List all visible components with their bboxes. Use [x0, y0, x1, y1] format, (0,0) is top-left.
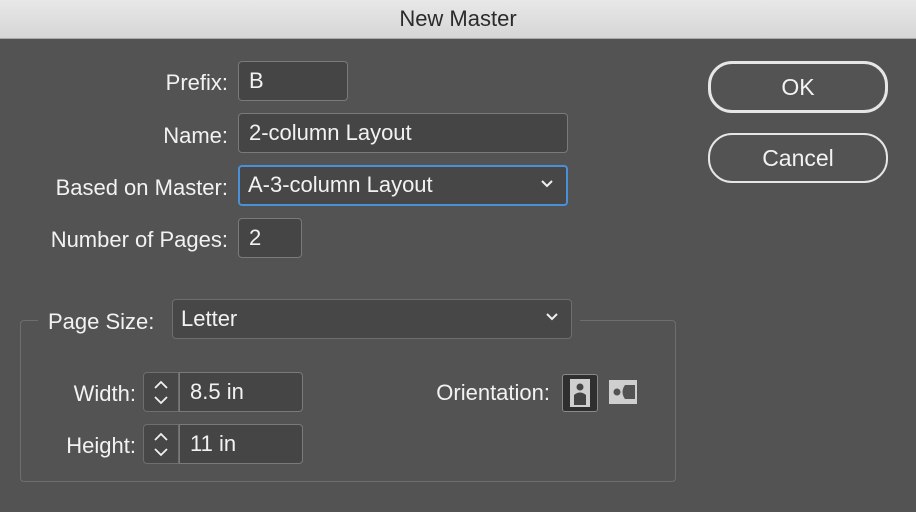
- based-on-master-select[interactable]: A-3-column Layout: [238, 165, 568, 206]
- ok-button[interactable]: OK: [708, 61, 888, 113]
- portrait-orientation-icon: [570, 379, 590, 407]
- number-of-pages-label: Number of Pages:: [50, 227, 228, 252]
- prefix-input[interactable]: B: [238, 61, 348, 101]
- stepper-down-icon: [154, 396, 168, 405]
- landscape-orientation-button[interactable]: [606, 374, 642, 412]
- number-of-pages-input[interactable]: 2: [238, 218, 302, 258]
- width-stepper[interactable]: [143, 372, 179, 412]
- prefix-label: Prefix:: [165, 70, 228, 95]
- based-on-master-label: Based on Master:: [55, 175, 228, 200]
- portrait-orientation-button[interactable]: [562, 374, 598, 412]
- page-size-value: Letter: [181, 306, 238, 331]
- page-size-label: Page Size:: [48, 309, 155, 334]
- cancel-button[interactable]: Cancel: [708, 133, 888, 183]
- window-title: New Master: [0, 0, 916, 39]
- width-input[interactable]: 8.5 in: [179, 372, 303, 412]
- width-label: Width:: [73, 381, 136, 406]
- height-label: Height:: [66, 433, 136, 458]
- chevron-down-icon: [546, 313, 558, 321]
- new-master-dialog: Prefix: B Name: 2-column Layout Based on…: [0, 39, 916, 512]
- name-input[interactable]: 2-column Layout: [238, 113, 568, 153]
- stepper-down-icon: [154, 448, 168, 457]
- landscape-orientation-icon: [609, 380, 637, 404]
- name-label: Name:: [163, 123, 228, 148]
- stepper-up-icon: [154, 432, 168, 441]
- orientation-label: Orientation:: [436, 380, 550, 405]
- stepper-up-icon: [154, 380, 168, 389]
- chevron-down-icon: [541, 179, 553, 187]
- page-size-select[interactable]: Letter: [172, 299, 572, 339]
- height-stepper[interactable]: [143, 424, 179, 464]
- based-on-master-value: A-3-column Layout: [248, 172, 433, 197]
- height-input[interactable]: 11 in: [179, 424, 303, 464]
